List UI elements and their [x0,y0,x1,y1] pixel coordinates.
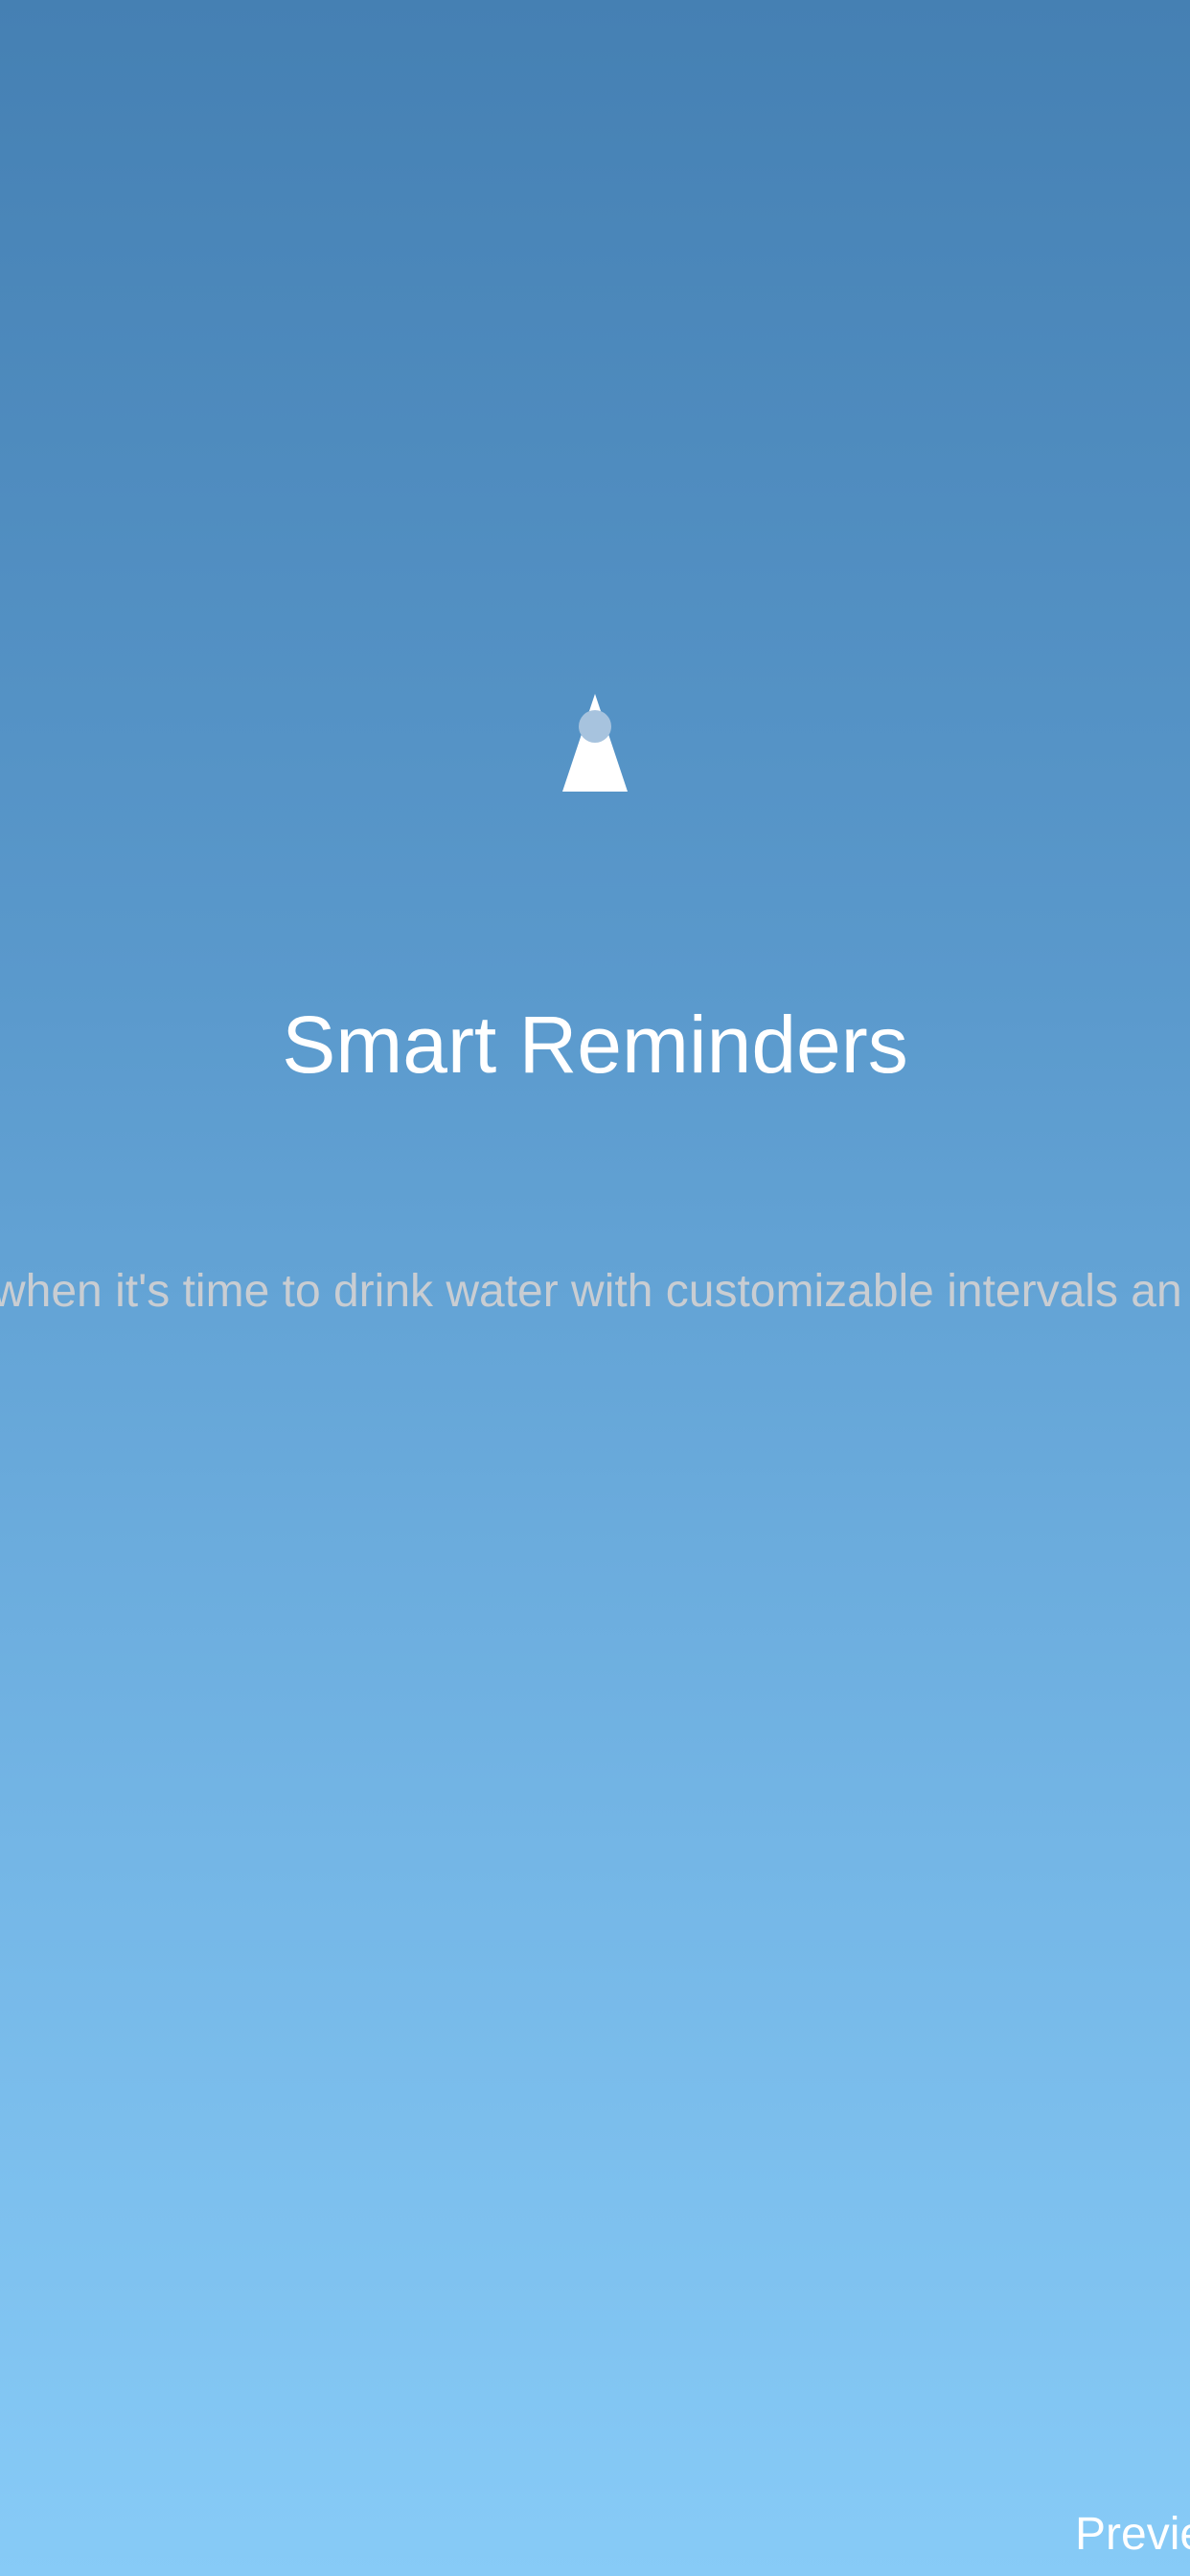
preview-button[interactable]: Previe [1075,2505,1190,2564]
page-description: when it's time to drink water with custo… [0,1266,1182,1317]
bell-icon [557,688,633,795]
page-title: Smart Reminders [282,1000,908,1090]
onboarding-screen: Smart Reminders when it's time to drink … [0,0,1190,2576]
